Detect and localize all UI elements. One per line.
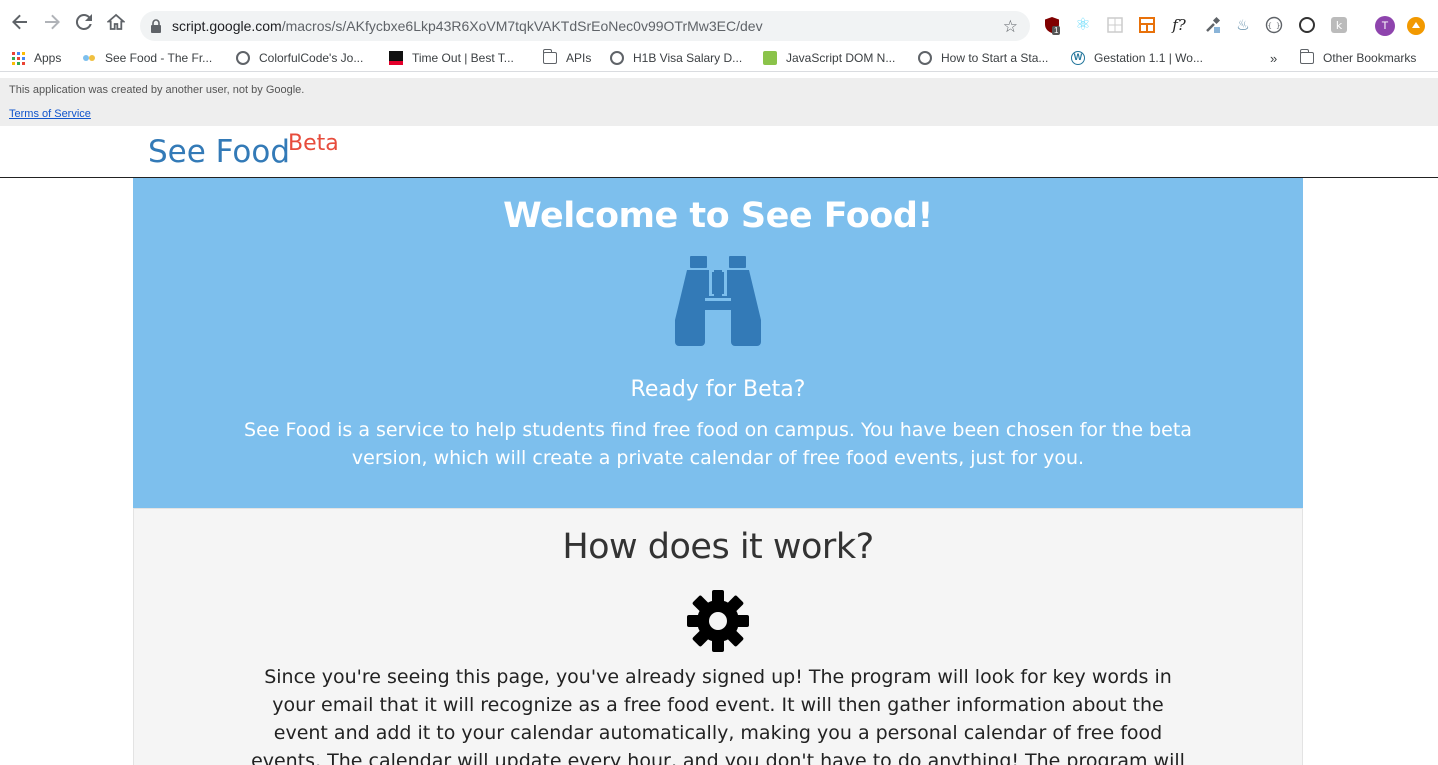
bookmark-label: How to Start a Sta... bbox=[941, 51, 1049, 65]
profile-avatar[interactable]: T bbox=[1375, 16, 1395, 36]
ublock-extension-icon[interactable]: 1 bbox=[1043, 16, 1061, 35]
bookmark-apps[interactable]: Apps bbox=[12, 49, 61, 67]
warning-notice: This application was created by another … bbox=[9, 84, 305, 96]
bookmark-label: Time Out | Best T... bbox=[412, 51, 514, 65]
react-devtools-icon[interactable]: ⚛ bbox=[1074, 15, 1092, 34]
brand-logo[interactable]: See Food bbox=[148, 134, 290, 170]
seefood-favicon bbox=[82, 51, 96, 65]
bookmark-label: Apps bbox=[34, 51, 62, 65]
runner-extension-icon[interactable]: k bbox=[1330, 16, 1348, 34]
wordpress-icon: W bbox=[1071, 51, 1085, 65]
folder-icon bbox=[1299, 49, 1314, 64]
hero-title: Welcome to See Food! bbox=[503, 196, 933, 236]
reload-icon[interactable] bbox=[74, 12, 94, 32]
bookmark-see-food[interactable]: See Food - The Fr... bbox=[82, 49, 212, 67]
hero-subtitle: Ready for Beta? bbox=[630, 377, 806, 402]
globe-icon bbox=[918, 51, 932, 65]
layout-extension-icon[interactable] bbox=[1138, 16, 1156, 34]
how-description: Since you're seeing this page, you've al… bbox=[251, 666, 1185, 765]
forward-arrow-icon[interactable] bbox=[42, 12, 62, 32]
apps-script-warning-banner: This application was created by another … bbox=[0, 78, 1438, 126]
java-icon[interactable]: ♨ bbox=[1234, 16, 1252, 34]
timeout-favicon bbox=[389, 51, 403, 65]
address-bar[interactable]: script.google.com/macros/s/AKfycbxe6Lkp4… bbox=[140, 11, 1030, 41]
bookmark-label: ColorfulCode's Jo... bbox=[259, 51, 364, 65]
bookmark-colorfulcode[interactable]: ColorfulCode's Jo... bbox=[236, 49, 363, 67]
globe-icon bbox=[610, 51, 624, 65]
bookmark-other[interactable]: Other Bookmarks bbox=[1299, 49, 1417, 67]
bookmark-label: Gestation 1.1 | Wo... bbox=[1094, 51, 1203, 65]
back-arrow-icon[interactable] bbox=[10, 12, 30, 32]
browser-toolbar: script.google.com/macros/s/AKfycbxe6Lkp4… bbox=[0, 0, 1438, 44]
extension-badge: 1 bbox=[1052, 26, 1061, 35]
lock-icon bbox=[150, 19, 162, 38]
svg-text:k: k bbox=[1336, 19, 1343, 32]
bookmark-label: APIs bbox=[566, 51, 592, 65]
gear-icon bbox=[687, 590, 749, 652]
eyedropper-icon[interactable] bbox=[1204, 16, 1222, 34]
app-header: See Food Beta bbox=[0, 126, 1438, 178]
how-title: How does it work? bbox=[562, 527, 874, 567]
terms-of-service-link[interactable]: Terms of Service bbox=[9, 108, 91, 120]
javascript-favicon bbox=[763, 51, 777, 65]
hero-description: See Food is a service to help students f… bbox=[244, 419, 1192, 469]
bookmark-label: JavaScript DOM N... bbox=[786, 51, 896, 65]
svg-text:{ }: { } bbox=[1268, 22, 1281, 30]
circle-extension-icon[interactable] bbox=[1298, 16, 1316, 34]
bookmark-timeout[interactable]: Time Out | Best T... bbox=[389, 49, 514, 67]
bookmark-folder-apis[interactable]: APIs bbox=[542, 49, 592, 67]
folder-icon bbox=[542, 49, 557, 64]
globe-icon bbox=[236, 51, 250, 65]
bookmark-javascript-dom[interactable]: JavaScript DOM N... bbox=[763, 49, 895, 67]
main-container: Welcome to See Food! Ready for Beta? See… bbox=[133, 178, 1303, 765]
update-icon[interactable] bbox=[1407, 17, 1425, 35]
bookmark-label: H1B Visa Salary D... bbox=[633, 51, 743, 65]
json-viewer-icon[interactable]: { } bbox=[1265, 16, 1283, 34]
bookmark-gestation[interactable]: W Gestation 1.1 | Wo... bbox=[1071, 49, 1203, 67]
home-icon[interactable] bbox=[106, 12, 126, 32]
bookmark-startup[interactable]: How to Start a Sta... bbox=[918, 49, 1048, 67]
apps-grid-icon bbox=[12, 51, 25, 65]
more-bookmarks-chevron-icon[interactable]: » bbox=[1270, 49, 1277, 67]
bookmark-h1b[interactable]: H1B Visa Salary D... bbox=[610, 49, 742, 67]
how-it-works-section: How does it work? Since you're seeing th… bbox=[133, 508, 1303, 765]
welcome-hero: Welcome to See Food! Ready for Beta? See… bbox=[133, 178, 1303, 508]
bookmark-label: See Food - The Fr... bbox=[105, 51, 213, 65]
binoculars-icon bbox=[675, 256, 761, 346]
url-text: script.google.com/macros/s/AKfycbxe6Lkp4… bbox=[172, 18, 763, 34]
grid-extension-icon[interactable] bbox=[1106, 16, 1124, 34]
beta-tag: Beta bbox=[288, 131, 339, 156]
bookmark-star-icon[interactable]: ☆ bbox=[1003, 17, 1018, 37]
url-path: /macros/s/AKfycbxe6Lkp43R6XoVM7tqkVAKTdS… bbox=[281, 18, 763, 34]
url-host: script.google.com bbox=[172, 18, 282, 34]
font-detector-icon[interactable]: f? bbox=[1170, 16, 1188, 34]
bookmark-label: Other Bookmarks bbox=[1323, 51, 1417, 65]
bookmarks-bar: Apps See Food - The Fr... ColorfulCode's… bbox=[0, 44, 1438, 72]
